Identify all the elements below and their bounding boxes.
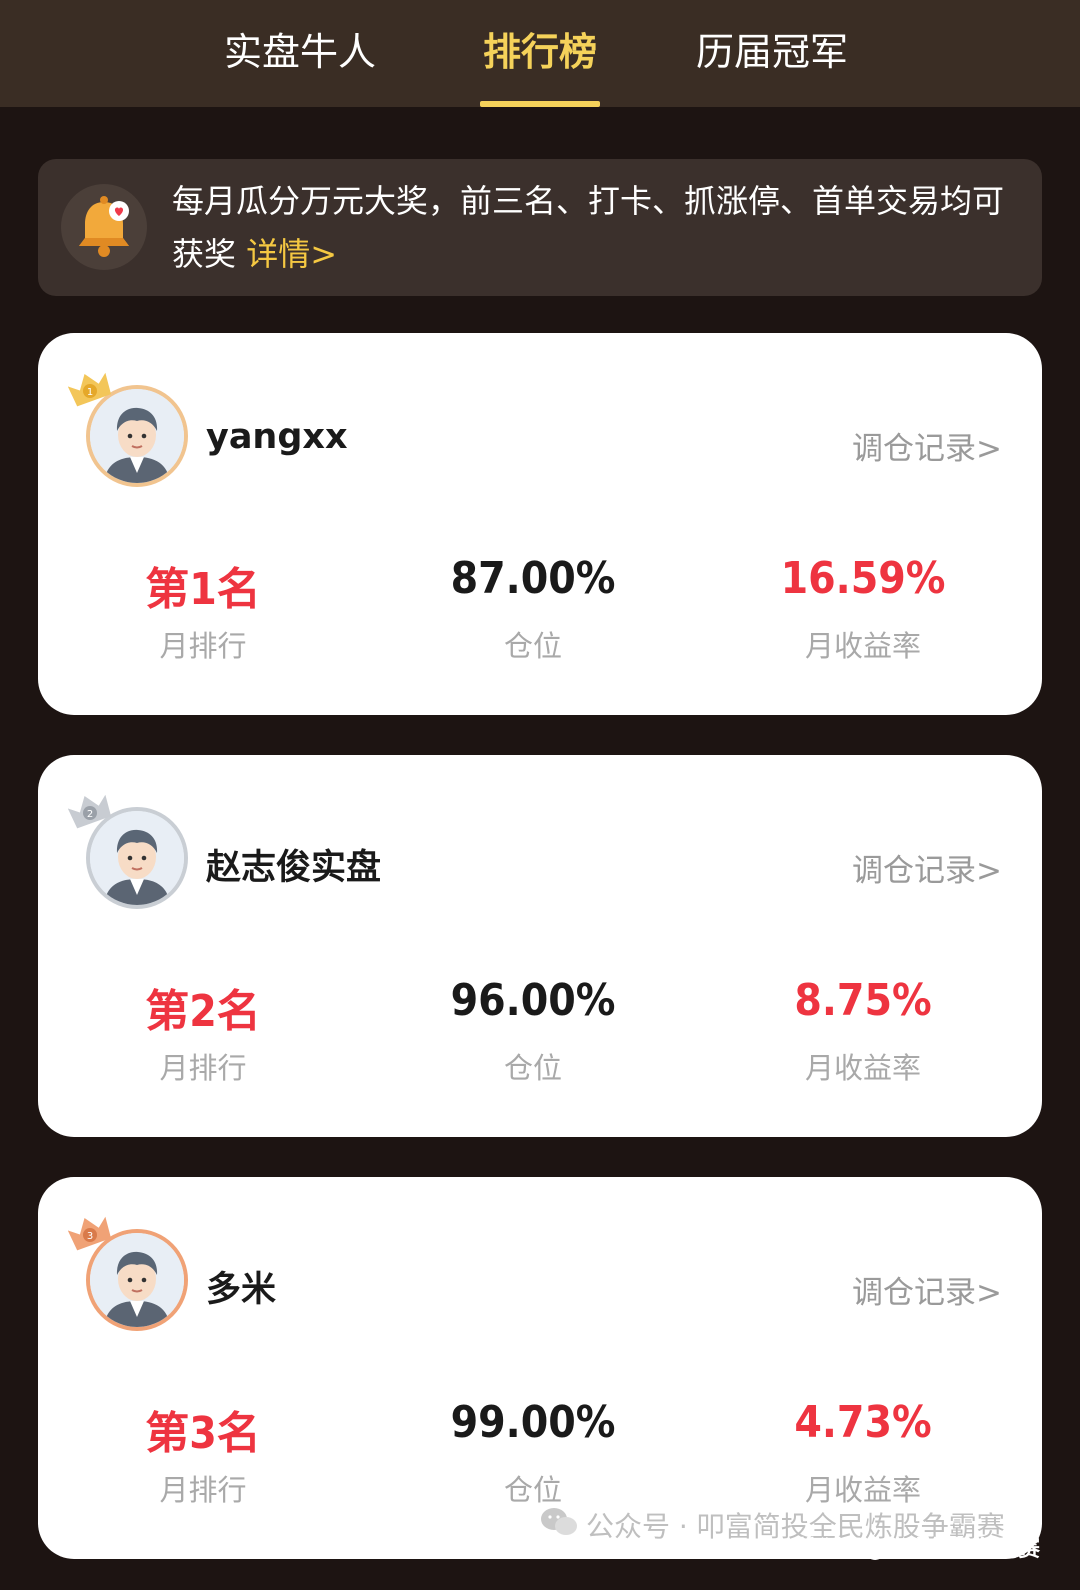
medal-number: 2 (87, 809, 93, 820)
active-tab-indicator (480, 101, 600, 107)
return-value: 16.59% (780, 553, 946, 604)
return-label: 月收益率 (804, 629, 921, 663)
rebalance-record-link[interactable]: 调仓记录> (852, 845, 1002, 890)
rank-value: 第3名 (145, 1408, 261, 1459)
username: 多米 (206, 1270, 277, 1310)
crown-medal-1-icon: 1 (67, 371, 112, 407)
crown-medal-3-icon: 3 (67, 1215, 112, 1251)
ranking-card-3[interactable]: 3 多米 调仓记录> 第3名 月排行 99.00% 仓位 4.73% 月收益率 (38, 1177, 1042, 1559)
tab-leaderboard[interactable]: 排行榜 (440, 22, 640, 82)
position-value: 87.00% (450, 553, 616, 604)
rank-value: 第1名 (145, 564, 261, 615)
bell-icon (61, 184, 147, 270)
ranking-card-2[interactable]: 2 赵志俊实盘 调仓记录> 第2名 月排行 96.00% 仓位 8.75% 月收… (38, 755, 1042, 1137)
position-label: 仓位 (503, 1473, 562, 1507)
rank-label: 月排行 (159, 629, 247, 663)
rank-label: 月排行 (159, 1051, 247, 1085)
medal-number: 1 (87, 387, 93, 398)
return-value: 8.75% (794, 975, 932, 1026)
username: 赵志俊实盘 (206, 848, 382, 888)
details-link[interactable]: 详情> (246, 235, 337, 273)
position-label: 仓位 (503, 1051, 562, 1085)
return-value: 4.73% (794, 1397, 932, 1448)
return-label: 月收益率 (804, 1473, 921, 1507)
ranking-card-1[interactable]: 1 yangxx 调仓记录> 第1名 月排行 87.00% 仓位 16.59% … (38, 333, 1042, 715)
rebalance-record-link[interactable]: 调仓记录> (852, 423, 1002, 468)
sohu-watermark: 搜狐号@叩富简投争霸赛 (797, 1537, 1040, 1562)
position-value: 99.00% (450, 1397, 616, 1448)
prize-notice-banner[interactable]: 每月瓜分万元大奖，前三名、打卡、抓涨停、首单交易均可获奖 详情> (38, 159, 1042, 296)
medal-number: 3 (87, 1231, 93, 1242)
username: yangxx (206, 417, 348, 457)
rank-label: 月排行 (159, 1473, 247, 1507)
position-value: 96.00% (450, 975, 616, 1026)
position-label: 仓位 (503, 629, 562, 663)
tab-live-experts[interactable]: 实盘牛人 (200, 22, 400, 82)
rank-value: 第2名 (145, 986, 261, 1037)
tab-past-champions[interactable]: 历届冠军 (672, 22, 872, 82)
wechat-icon (540, 1506, 578, 1545)
return-label: 月收益率 (804, 1051, 921, 1085)
crown-medal-2-icon: 2 (67, 793, 112, 829)
top-tab-bar: 实盘牛人 排行榜 历届冠军 (0, 0, 1080, 107)
rebalance-record-link[interactable]: 调仓记录> (852, 1267, 1002, 1312)
